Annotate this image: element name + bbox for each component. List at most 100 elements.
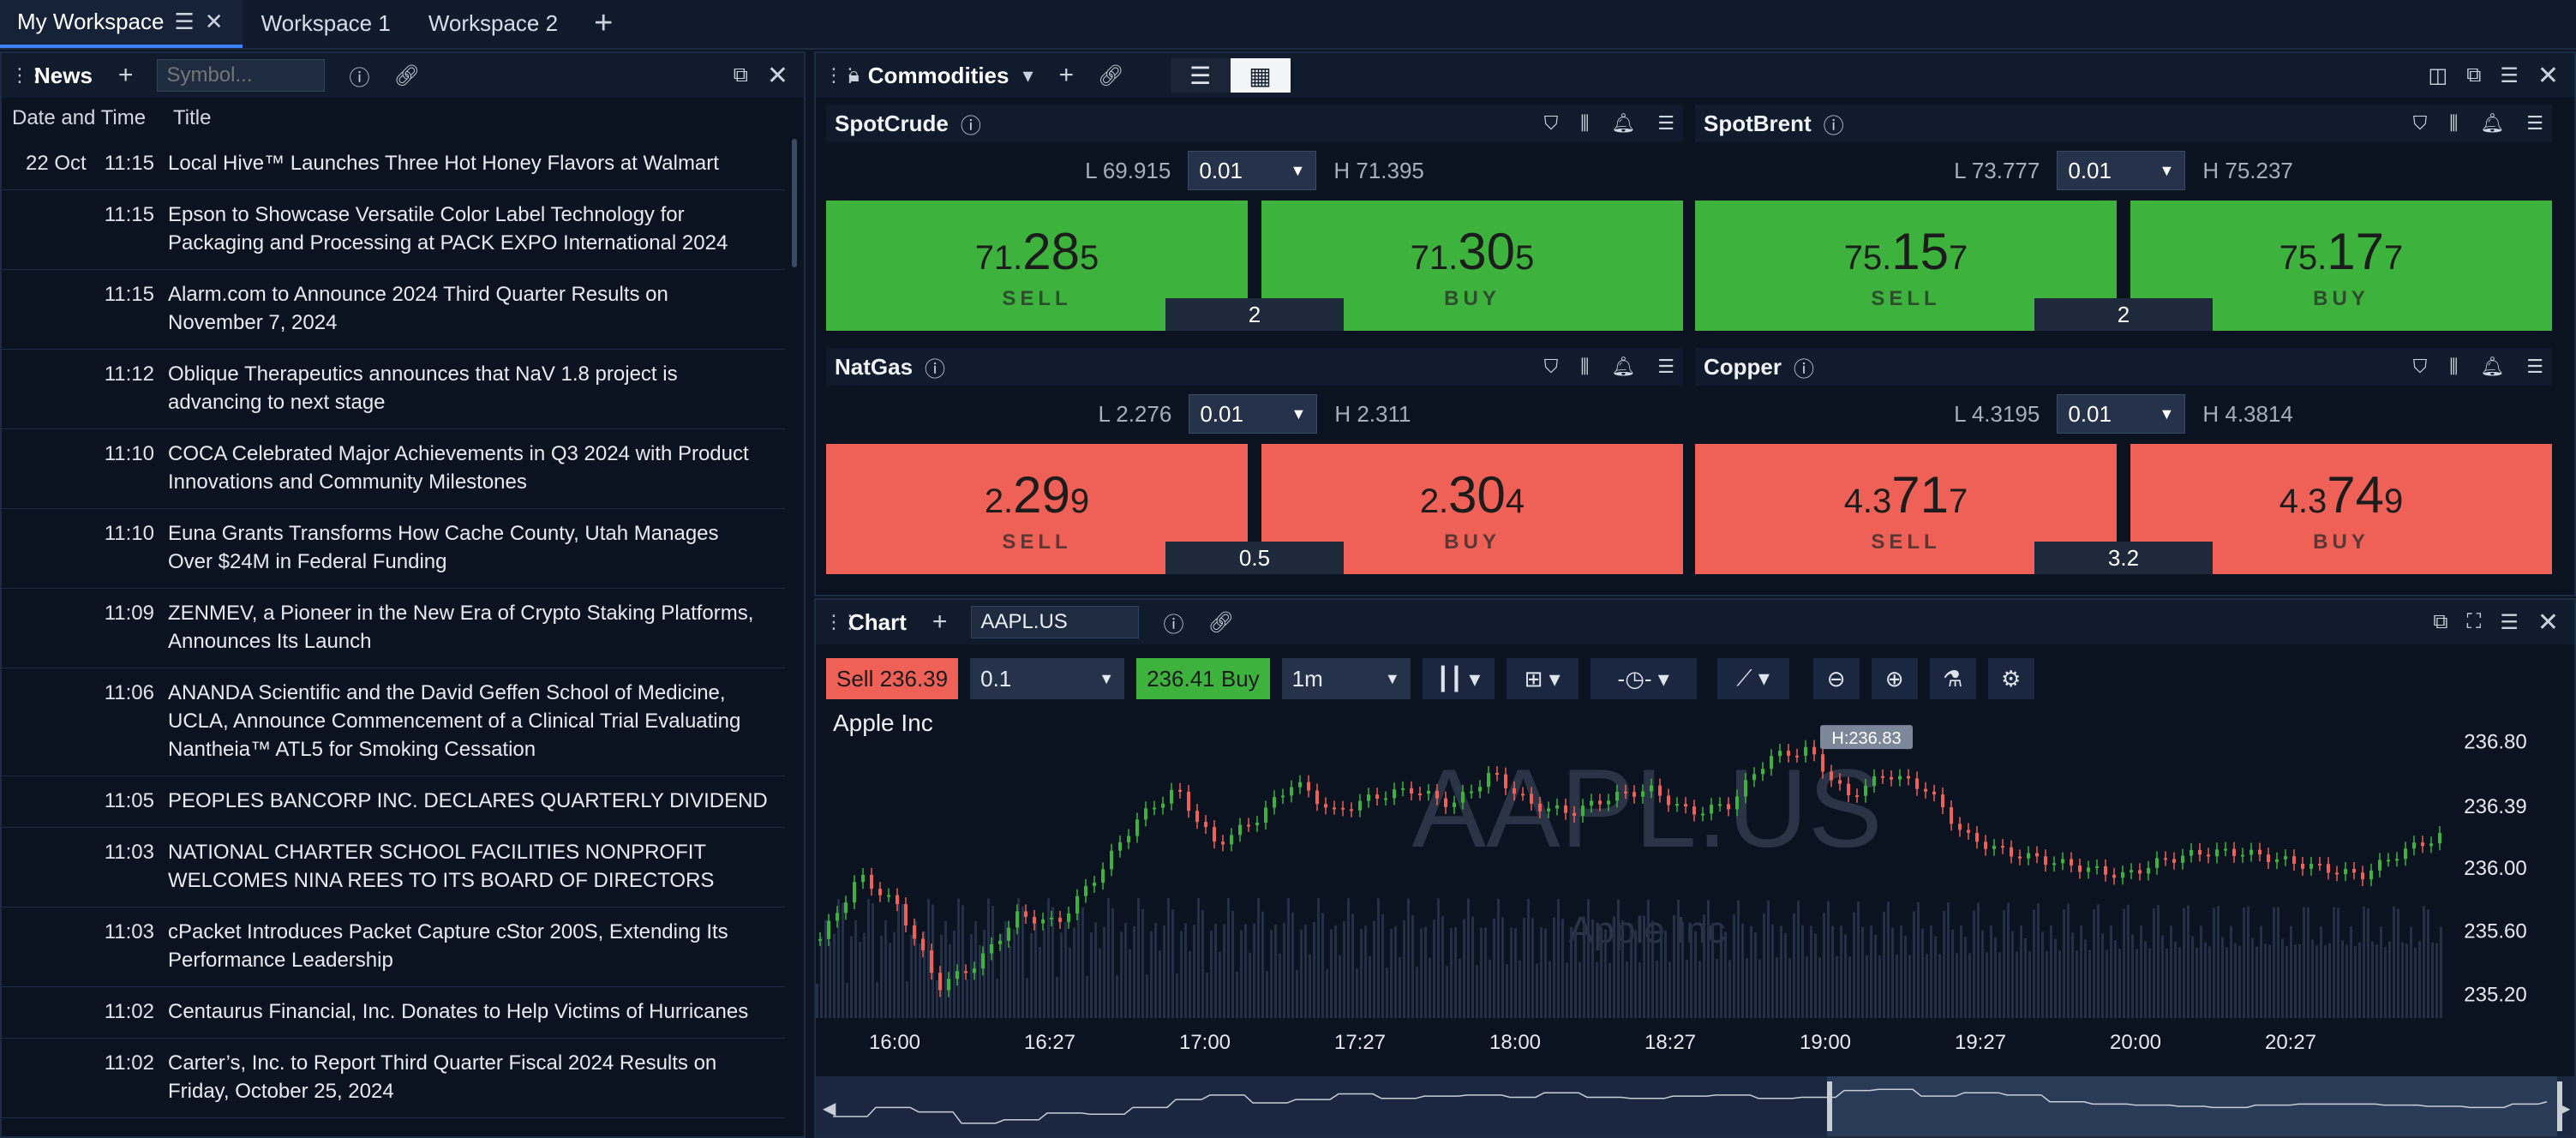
tab-workspace-2[interactable]: Workspace 2: [410, 0, 577, 48]
menu-icon[interactable]: ☰: [174, 9, 194, 35]
bell-icon[interactable]: 🔔︎: [1611, 112, 1635, 135]
quantity-select[interactable]: 0.01 ▼: [2057, 394, 2186, 434]
buy-button[interactable]: 236.41 Buy: [1136, 658, 1270, 699]
popout-icon[interactable]: ⧉: [2433, 610, 2447, 634]
news-row[interactable]: 11:06 ANANDA Scientific and the David Gef…: [2, 668, 785, 776]
menu-icon[interactable]: ☰: [2526, 112, 2543, 135]
info-icon[interactable]: ⓘ: [1794, 352, 1814, 382]
quantity-select[interactable]: 0.01 ▼: [1189, 394, 1318, 434]
volume-bar: [1874, 934, 1877, 1018]
menu-icon[interactable]: ☰: [2526, 356, 2543, 378]
close-icon[interactable]: ✕: [2537, 61, 2559, 91]
quantity-select[interactable]: 0.1 ▼: [970, 658, 1125, 699]
shield-icon[interactable]: ⛉: [1544, 112, 1559, 135]
candle: [1855, 795, 1859, 798]
menu-icon[interactable]: ☰: [2500, 63, 2519, 88]
gear-icon[interactable]: ⚙: [1987, 658, 2034, 699]
candle: [2404, 848, 2407, 859]
grid-view-icon[interactable]: ▦: [1230, 58, 1291, 93]
add-icon[interactable]: +: [932, 608, 948, 637]
news-row[interactable]: 11:05 PEOPLES BANCORP INC. DECLARES QUART…: [2, 776, 785, 828]
close-icon[interactable]: ✕: [767, 61, 788, 91]
fullscreen-icon[interactable]: ⛶: [2467, 610, 2482, 634]
candlestick-icon[interactable]: ⫼: [1580, 356, 1589, 378]
news-scrollbar[interactable]: [792, 139, 797, 267]
price-chart[interactable]: AAPL.USApple IncH:236.83 236.80236.39236.…: [816, 710, 2574, 1100]
indicators-icon[interactable]: ⊞ ▾: [1506, 658, 1579, 699]
link-icon[interactable]: 🔗︎: [1098, 63, 1123, 88]
close-icon[interactable]: ✕: [205, 9, 224, 35]
news-row[interactable]: 11:15 Alarm.com to Announce 2024 Third Qu…: [2, 270, 785, 350]
shield-icon[interactable]: ⛉: [2413, 356, 2428, 378]
navigator-chart[interactable]: ◀ ▶: [816, 1076, 2574, 1136]
list-view-icon[interactable]: ☰: [1170, 58, 1231, 93]
volume-bar: [1570, 926, 1573, 1018]
news-row[interactable]: 11:12 Oblique Therapeutics announces that…: [2, 350, 785, 429]
drag-handle-icon[interactable]: ⋮⋮: [824, 64, 860, 87]
news-row[interactable]: 11:02 Carter’s, Inc. to Report Third Quar…: [2, 1039, 785, 1118]
column-title[interactable]: Title: [173, 106, 211, 130]
column-datetime[interactable]: Date and Time: [2, 106, 173, 130]
candlestick-type-icon[interactable]: ┃┃ ▾: [1422, 658, 1495, 699]
chevron-down-icon[interactable]: ▾: [1022, 63, 1033, 88]
info-icon[interactable]: ⓘ: [961, 109, 981, 139]
symbol-input[interactable]: [971, 606, 1140, 638]
news-row[interactable]: 11:15 Epson to Showcase Versatile Color L…: [2, 190, 785, 270]
menu-icon[interactable]: ☰: [1657, 356, 1674, 378]
split-view-icon[interactable]: ◫: [2429, 63, 2448, 88]
quantity-select[interactable]: 0.01 ▼: [2057, 151, 2186, 190]
news-row[interactable]: 11:09 ZENMEV, a Pioneer in the New Era of…: [2, 589, 785, 668]
bell-icon[interactable]: 🔔︎: [2480, 112, 2504, 135]
zoom-out-icon[interactable]: ⊖: [1812, 658, 1860, 699]
add-icon[interactable]: +: [1059, 61, 1075, 90]
chart-area[interactable]: Apple Inc AAPL.US Apple Inc H:236.83 236.80…: [816, 710, 2574, 1100]
volume-bar: [2435, 943, 2438, 1018]
tab-workspace-1[interactable]: Workspace 1: [243, 0, 410, 48]
news-time: 11:15: [104, 152, 154, 175]
link-icon[interactable]: 🔗︎: [1207, 610, 1233, 635]
close-icon[interactable]: ✕: [2537, 608, 2559, 638]
y-tick-label: 235.20: [2464, 983, 2526, 1006]
sell-button[interactable]: Sell 236.39: [826, 658, 959, 699]
add-icon[interactable]: +: [118, 61, 134, 90]
drag-handle-icon[interactable]: ⋮⋮: [10, 64, 45, 87]
candlestick-icon[interactable]: ⫼: [1580, 112, 1589, 135]
info-icon[interactable]: ⓘ: [1163, 608, 1183, 638]
add-workspace-button[interactable]: +: [577, 0, 630, 48]
news-row[interactable]: 11:10 COCA Celebrated Major Achievements …: [2, 429, 785, 509]
shield-icon[interactable]: ⛉: [2413, 112, 2428, 135]
clock-icon[interactable]: -◷- ▾: [1590, 658, 1697, 699]
interval-select[interactable]: 1m ▼: [1281, 658, 1411, 699]
menu-icon[interactable]: ☰: [1657, 112, 1674, 135]
chart-navigator[interactable]: ◀ ▶: [816, 1076, 2574, 1136]
candlestick-icon[interactable]: ⫼: [2449, 112, 2458, 135]
info-icon[interactable]: ⓘ: [349, 61, 369, 91]
link-icon[interactable]: 🔗︎: [393, 63, 419, 88]
volume-bar: [1664, 931, 1667, 1018]
news-row[interactable]: 22 Oct 11:15 Local Hive™ Launches Three Ho…: [2, 139, 785, 190]
menu-icon[interactable]: ☰: [2500, 610, 2519, 635]
buy-price: 2.304: [1419, 465, 1525, 524]
candle: [2215, 849, 2219, 857]
zoom-in-icon[interactable]: ⊕: [1871, 658, 1918, 699]
news-row[interactable]: 11:02 Centaurus Financial, Inc. Donates t…: [2, 987, 785, 1039]
candlestick-icon[interactable]: ⫼: [2449, 356, 2458, 378]
flask-icon[interactable]: ⚗: [1929, 658, 1976, 699]
news-row[interactable]: 11:10 Euna Grants Transforms How Cache Co…: [2, 509, 785, 589]
info-icon[interactable]: ⓘ: [925, 352, 945, 382]
shield-icon[interactable]: ⛉: [1544, 356, 1559, 378]
symbol-input[interactable]: [157, 59, 326, 92]
info-icon[interactable]: ⓘ: [1824, 109, 1844, 139]
tab-my-workspace[interactable]: My Workspace ☰ ✕: [0, 0, 243, 48]
popout-icon[interactable]: ⧉: [734, 63, 748, 87]
popout-icon[interactable]: ⧉: [2466, 63, 2481, 87]
buy-label: BUY: [2313, 286, 2369, 310]
candle: [1641, 791, 1644, 797]
bell-icon[interactable]: 🔔︎: [2480, 356, 2504, 378]
news-row[interactable]: 11:03 NATIONAL CHARTER SCHOOL FACILITIES …: [2, 828, 785, 907]
drag-handle-icon[interactable]: ⋮⋮: [824, 611, 860, 633]
draw-line-icon[interactable]: ⟋ ▾: [1716, 658, 1789, 699]
news-row[interactable]: 11:03 cPacket Introduces Packet Capture c…: [2, 907, 785, 987]
quantity-select[interactable]: 0.01 ▼: [1188, 151, 1317, 190]
bell-icon[interactable]: 🔔︎: [1611, 356, 1635, 378]
